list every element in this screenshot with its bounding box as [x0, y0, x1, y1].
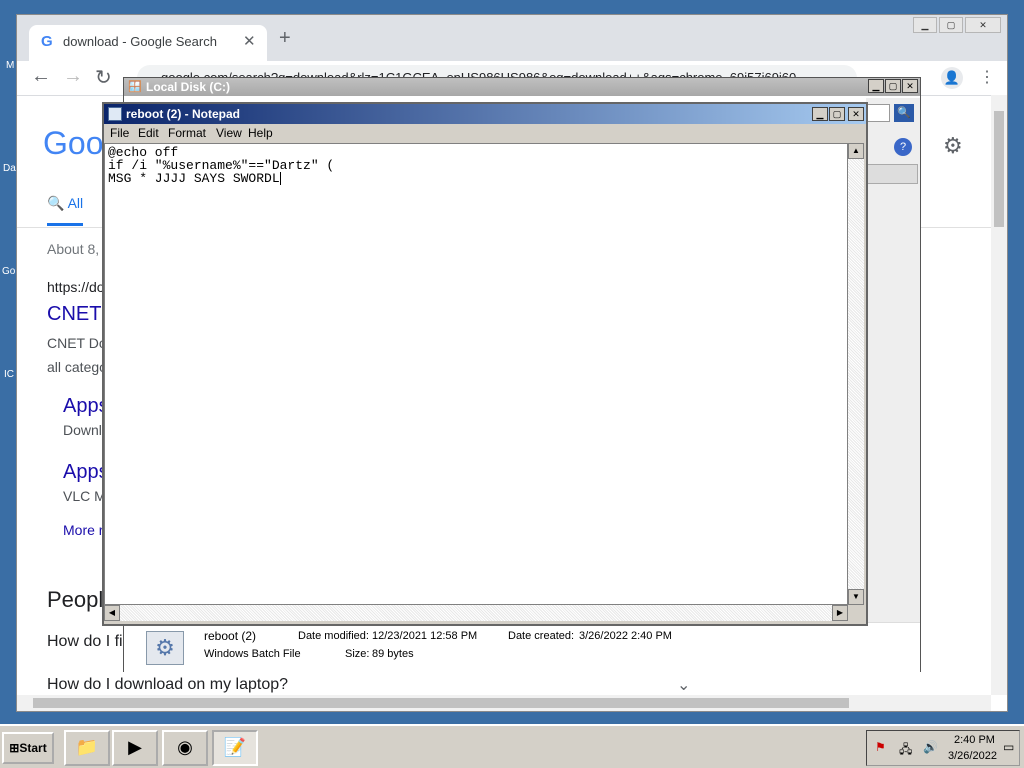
- details-pane: ⚙ reboot (2) Windows Batch File Date mod…: [124, 622, 920, 673]
- text-editor[interactable]: @echo off if /i "%username%"=="Dartz" ( …: [104, 143, 848, 605]
- vertical-scrollbar[interactable]: ▲ ▼: [848, 143, 864, 605]
- close-button[interactable]: ✕: [848, 107, 864, 121]
- question-item[interactable]: How do I download on my laptop?: [47, 676, 288, 694]
- google-logo[interactable]: Goo: [43, 125, 103, 162]
- file-name: reboot (2): [204, 629, 257, 643]
- tab-title: download - Google Search: [63, 34, 217, 49]
- profile-avatar-icon[interactable]: 👤: [941, 67, 963, 89]
- notepad-taskbar-icon[interactable]: 📝: [212, 730, 258, 766]
- desktop-icon-label: Go: [2, 266, 16, 277]
- size-label: Size:: [345, 648, 370, 660]
- file-explorer-taskbar-icon[interactable]: 📁: [64, 730, 110, 766]
- clock-time[interactable]: 2:40 PM: [954, 734, 995, 746]
- result-title[interactable]: CNET: [47, 303, 101, 326]
- batch-file-gear-icon: ⚙: [146, 631, 184, 665]
- media-player-taskbar-icon[interactable]: ▶: [112, 730, 158, 766]
- network-icon[interactable]: 🖧: [899, 740, 912, 761]
- sitelink-desc: VLC M: [63, 488, 106, 504]
- windows-logo-icon: ⊞: [9, 741, 20, 755]
- tab-all-label: All: [67, 195, 84, 211]
- horizontal-scrollbar[interactable]: [17, 695, 991, 711]
- forward-arrow-icon[interactable]: →: [63, 65, 83, 88]
- browser-tab[interactable]: G download - Google Search ✕: [29, 25, 267, 61]
- taskbar: ⊞Start 📁 ▶ ◉ 📝 ⚑ 🖧 🔊 ▭ 2:40 PM 3/26/2022: [0, 724, 1024, 768]
- question-item[interactable]: How do I fi: [47, 633, 123, 651]
- date-created-label: Date created:: [508, 630, 575, 642]
- resize-grip-icon[interactable]: [848, 605, 864, 621]
- explorer-title: Local Disk (C:): [146, 80, 231, 94]
- back-arrow-icon[interactable]: ←: [31, 65, 51, 88]
- people-also-ask-heading: Peopl: [47, 587, 104, 612]
- menu-help[interactable]: Help: [248, 126, 273, 140]
- size-value: 89 bytes: [372, 648, 414, 660]
- maximize-button[interactable]: ▢: [885, 79, 901, 93]
- result-snippet: CNET Do: [47, 335, 107, 351]
- scroll-down-arrow-icon[interactable]: ▼: [848, 589, 864, 605]
- more-results-link[interactable]: More r: [63, 522, 103, 538]
- google-favicon-icon: G: [41, 33, 53, 50]
- help-icon[interactable]: ?: [894, 138, 912, 156]
- menu-kebab-icon[interactable]: ⋮: [979, 67, 995, 87]
- start-label: Start: [19, 741, 47, 755]
- explorer-titlebar[interactable]: 🪟 Local Disk (C:) ▁ ▢ ✕: [124, 78, 920, 96]
- sitelink-desc: Downl: [63, 422, 102, 438]
- date-modified-value: 12/23/2021 12:58 PM: [372, 630, 478, 642]
- text-line: MSG * JJJJ SAYS SWORDL: [108, 171, 280, 186]
- file-type: Windows Batch File: [204, 648, 301, 660]
- scroll-thumb[interactable]: [33, 698, 849, 708]
- clock-date[interactable]: 3/26/2022: [948, 750, 997, 762]
- volume-icon[interactable]: 🔊: [923, 740, 938, 754]
- close-tab-icon[interactable]: ✕: [243, 32, 256, 50]
- notepad-title: reboot (2) - Notepad: [126, 107, 240, 121]
- explorer-toolbar-area: 🔍 ?: [866, 98, 920, 673]
- minimize-button[interactable]: ▁: [913, 17, 937, 33]
- maximize-button[interactable]: ▢: [829, 107, 845, 121]
- menu-bar: File Edit Format View Help: [104, 124, 866, 142]
- result-snippet: all catego: [47, 359, 107, 375]
- menu-edit[interactable]: Edit: [138, 126, 159, 140]
- chevron-down-icon[interactable]: ⌄: [677, 675, 690, 695]
- active-tab-underline: [47, 223, 83, 226]
- tab-all[interactable]: 🔍 All: [47, 195, 83, 212]
- text-line-with-caret: MSG * JJJJ SAYS SWORDL: [108, 171, 281, 186]
- reload-icon[interactable]: ↻: [95, 65, 112, 90]
- show-desktop-icon[interactable]: ▭: [1003, 740, 1014, 754]
- chrome-taskbar-icon[interactable]: ◉: [162, 730, 208, 766]
- start-button[interactable]: ⊞Start: [2, 732, 54, 764]
- vertical-scrollbar[interactable]: [991, 95, 1007, 695]
- notepad-window: reboot (2) - Notepad ▁ ▢ ✕ File Edit For…: [102, 102, 868, 626]
- close-button[interactable]: ✕: [902, 79, 918, 93]
- notepad-titlebar[interactable]: reboot (2) - Notepad ▁ ▢ ✕: [104, 104, 866, 124]
- scroll-thumb[interactable]: [994, 111, 1004, 227]
- scroll-right-arrow-icon[interactable]: ▶: [832, 605, 848, 621]
- action-center-flag-icon[interactable]: ⚑: [875, 740, 886, 754]
- result-url[interactable]: https://do: [47, 279, 105, 295]
- maximize-button[interactable]: ▢: [939, 17, 963, 33]
- minimize-button[interactable]: ▁: [812, 107, 828, 121]
- settings-gear-icon[interactable]: ⚙: [943, 133, 963, 159]
- minimize-button[interactable]: ▁: [868, 79, 884, 93]
- tab-strip: G download - Google Search ✕ + ▁ ▢ ✕: [17, 15, 1007, 61]
- scroll-up-arrow-icon[interactable]: ▲: [848, 143, 864, 159]
- date-modified-label: Date modified:: [298, 630, 369, 642]
- scroll-left-arrow-icon[interactable]: ◀: [104, 605, 120, 621]
- menu-file[interactable]: File: [110, 126, 129, 140]
- new-tab-button[interactable]: +: [279, 27, 291, 50]
- desktop-icon-label: Da: [3, 163, 16, 174]
- desktop-icon-label: M: [6, 60, 15, 71]
- desktop-icon-label: IC: [4, 369, 14, 380]
- search-box[interactable]: [866, 104, 890, 122]
- text-caret: [279, 172, 281, 186]
- date-created-value: 3/26/2022 2:40 PM: [579, 630, 672, 642]
- search-icon[interactable]: 🔍: [894, 104, 914, 122]
- menu-view[interactable]: View: [216, 126, 242, 140]
- results-count: About 8,: [47, 241, 100, 257]
- menu-format[interactable]: Format: [168, 126, 206, 140]
- horizontal-scrollbar[interactable]: ◀ ▶: [104, 605, 848, 621]
- windows-logo-icon: 🪟: [128, 81, 142, 93]
- column-header[interactable]: [866, 164, 918, 184]
- search-icon: 🔍: [47, 195, 65, 211]
- notepad-icon: [108, 107, 122, 121]
- close-button[interactable]: ✕: [965, 17, 1001, 33]
